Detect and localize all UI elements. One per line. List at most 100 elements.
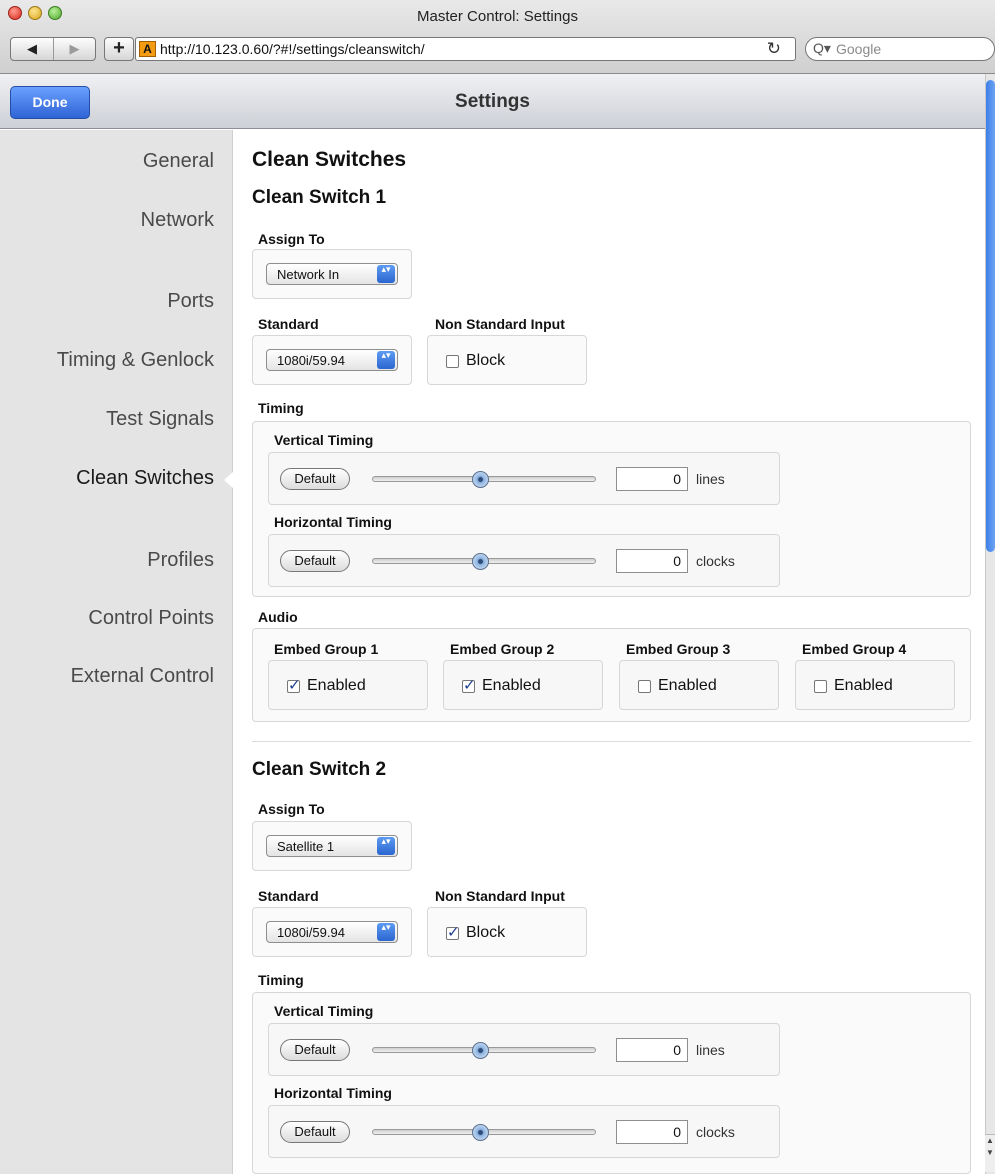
horizontal-default-button[interactable]: Default bbox=[280, 550, 350, 572]
vertical-default-button[interactable]: Default bbox=[280, 468, 350, 490]
settings-content: Clean Switches Clean Switch 1 Assign To … bbox=[234, 130, 985, 1174]
enabled-label: Enabled bbox=[482, 677, 541, 694]
embed-group-3-check-box[interactable] bbox=[638, 679, 651, 693]
site-favicon-icon: A bbox=[139, 41, 156, 57]
enabled-label: Enabled bbox=[834, 677, 893, 694]
standard-box: 1080i/59.94 ▴▾ bbox=[252, 907, 412, 957]
sidebar-item-ports[interactable]: Ports bbox=[167, 290, 214, 313]
search-icon[interactable]: Q▾ bbox=[813, 40, 831, 57]
embed-group-1-check-box[interactable] bbox=[287, 676, 301, 694]
timing-box: Vertical Timing Default 0 lines Horizont… bbox=[252, 421, 971, 597]
settings-sidebar: General Network Ports Timing & Genlock T… bbox=[0, 130, 233, 1174]
clean-switch-1-title: Clean Switch 1 bbox=[252, 187, 387, 208]
embed-group-1-checkbox[interactable]: Enabled bbox=[287, 676, 366, 695]
timing-label: Timing bbox=[258, 972, 304, 988]
sidebar-item-clean-switches[interactable]: Clean Switches bbox=[76, 467, 214, 490]
window-title: Master Control: Settings bbox=[417, 8, 578, 25]
back-icon[interactable]: ◀ bbox=[11, 38, 53, 60]
horizontal-timing-label: Horizontal Timing bbox=[274, 1085, 392, 1101]
embed-group-4-box: Enabled bbox=[795, 660, 955, 710]
sidebar-item-network[interactable]: Network bbox=[141, 209, 214, 232]
block-label: Block bbox=[466, 924, 506, 941]
vertical-timing-box: Default 0 lines bbox=[268, 452, 780, 505]
select-arrows-icon: ▴▾ bbox=[377, 837, 395, 855]
horizontal-timing-input[interactable]: 0 bbox=[616, 549, 688, 573]
non-standard-input-box: Block bbox=[427, 335, 587, 385]
assign-to-box: Network In ▴▾ bbox=[252, 249, 412, 299]
horizontal-slider-knob[interactable] bbox=[472, 553, 489, 570]
standard-box: 1080i/59.94 ▴▾ bbox=[252, 335, 412, 385]
reload-icon[interactable]: ↻ bbox=[767, 39, 781, 59]
embed-group-2-box: Enabled bbox=[443, 660, 603, 710]
vertical-timing-input[interactable]: 0 bbox=[616, 1038, 688, 1062]
sidebar-item-test-signals[interactable]: Test Signals bbox=[106, 408, 214, 431]
embed-group-3-label: Embed Group 3 bbox=[626, 641, 731, 657]
embed-group-2-check-box[interactable] bbox=[462, 676, 476, 694]
vertical-timing-input[interactable]: 0 bbox=[616, 467, 688, 491]
assign-to-select[interactable]: Network In ▴▾ bbox=[266, 263, 398, 285]
standard-select[interactable]: 1080i/59.94 ▴▾ bbox=[266, 349, 398, 371]
app-header: Done Settings bbox=[0, 74, 985, 129]
vertical-default-button[interactable]: Default bbox=[280, 1039, 350, 1061]
embed-group-1-box: Enabled bbox=[268, 660, 428, 710]
timing-box: Vertical Timing Default 0 lines Horizont… bbox=[252, 992, 971, 1174]
assign-to-label: Assign To bbox=[258, 231, 325, 247]
search-field[interactable]: Q▾ Google bbox=[805, 37, 995, 61]
embed-group-2-label: Embed Group 2 bbox=[450, 641, 555, 657]
vertical-slider-knob[interactable] bbox=[472, 1042, 489, 1059]
non-standard-input-label: Non Standard Input bbox=[435, 316, 565, 332]
select-arrows-icon: ▴▾ bbox=[377, 265, 395, 283]
horizontal-default-button[interactable]: Default bbox=[280, 1121, 350, 1143]
assign-to-select[interactable]: Satellite 1 ▴▾ bbox=[266, 835, 398, 857]
standard-select[interactable]: 1080i/59.94 ▴▾ bbox=[266, 921, 398, 943]
clocks-unit-label: clocks bbox=[696, 553, 735, 569]
new-tab-icon[interactable]: + bbox=[104, 37, 134, 61]
block-checkbox[interactable]: Block bbox=[446, 923, 506, 942]
block-label: Block bbox=[466, 352, 506, 369]
sidebar-item-general[interactable]: General bbox=[143, 150, 214, 173]
header-title: Settings bbox=[455, 91, 530, 112]
horizontal-timing-input[interactable]: 0 bbox=[616, 1120, 688, 1144]
page-title: Clean Switches bbox=[252, 148, 407, 171]
vertical-timing-box: Default 0 lines bbox=[268, 1023, 780, 1076]
embed-group-3-checkbox[interactable]: Enabled bbox=[638, 677, 717, 695]
history-buttons: ◀ ▶ bbox=[10, 37, 96, 61]
select-arrows-icon: ▴▾ bbox=[377, 923, 395, 941]
clean-switch-2-title: Clean Switch 2 bbox=[252, 759, 387, 780]
embed-group-4-checkbox[interactable]: Enabled bbox=[814, 677, 893, 695]
assign-to-value: Network In bbox=[277, 267, 340, 282]
address-bar[interactable]: A http://10.123.0.60/?#!/settings/cleans… bbox=[135, 37, 796, 61]
lines-unit-label: lines bbox=[696, 471, 725, 487]
url-text[interactable]: http://10.123.0.60/?#!/settings/cleanswi… bbox=[160, 41, 425, 57]
horizontal-timing-label: Horizontal Timing bbox=[274, 514, 392, 530]
scrollbar-thumb[interactable] bbox=[986, 80, 995, 552]
block-checkbox-box[interactable] bbox=[446, 923, 460, 941]
vertical-timing-label: Vertical Timing bbox=[274, 432, 374, 448]
sidebar-item-profiles[interactable]: Profiles bbox=[147, 549, 214, 572]
horizontal-timing-box: Default 0 clocks bbox=[268, 534, 780, 587]
horizontal-timing-box: Default 0 clocks bbox=[268, 1105, 780, 1158]
audio-box: Embed Group 1 Enabled Embed Group 2 Enab… bbox=[252, 628, 971, 722]
block-checkbox[interactable]: Block bbox=[446, 352, 505, 370]
forward-icon[interactable]: ▶ bbox=[52, 38, 95, 60]
embed-group-1-label: Embed Group 1 bbox=[274, 641, 379, 657]
enabled-label: Enabled bbox=[658, 677, 717, 694]
standard-value: 1080i/59.94 bbox=[277, 353, 345, 368]
horizontal-slider-knob[interactable] bbox=[472, 1124, 489, 1141]
standard-label: Standard bbox=[258, 888, 319, 904]
section-divider bbox=[252, 741, 971, 742]
lines-unit-label: lines bbox=[696, 1042, 725, 1058]
embed-group-2-checkbox[interactable]: Enabled bbox=[462, 676, 541, 695]
standard-value: 1080i/59.94 bbox=[277, 925, 345, 940]
sidebar-item-control-points[interactable]: Control Points bbox=[88, 607, 214, 630]
embed-group-4-check-box[interactable] bbox=[814, 679, 827, 693]
scroll-arrows-icon[interactable]: ▲ ▼ bbox=[985, 1134, 995, 1172]
assign-to-box: Satellite 1 ▴▾ bbox=[252, 821, 412, 871]
search-placeholder[interactable]: Google bbox=[836, 41, 881, 57]
sidebar-item-external-control[interactable]: External Control bbox=[71, 665, 214, 688]
assign-to-value: Satellite 1 bbox=[277, 839, 335, 854]
embed-group-3-box: Enabled bbox=[619, 660, 779, 710]
sidebar-item-timing-genlock[interactable]: Timing & Genlock bbox=[57, 349, 214, 372]
vertical-slider-knob[interactable] bbox=[472, 471, 489, 488]
block-checkbox-box[interactable] bbox=[446, 354, 459, 368]
